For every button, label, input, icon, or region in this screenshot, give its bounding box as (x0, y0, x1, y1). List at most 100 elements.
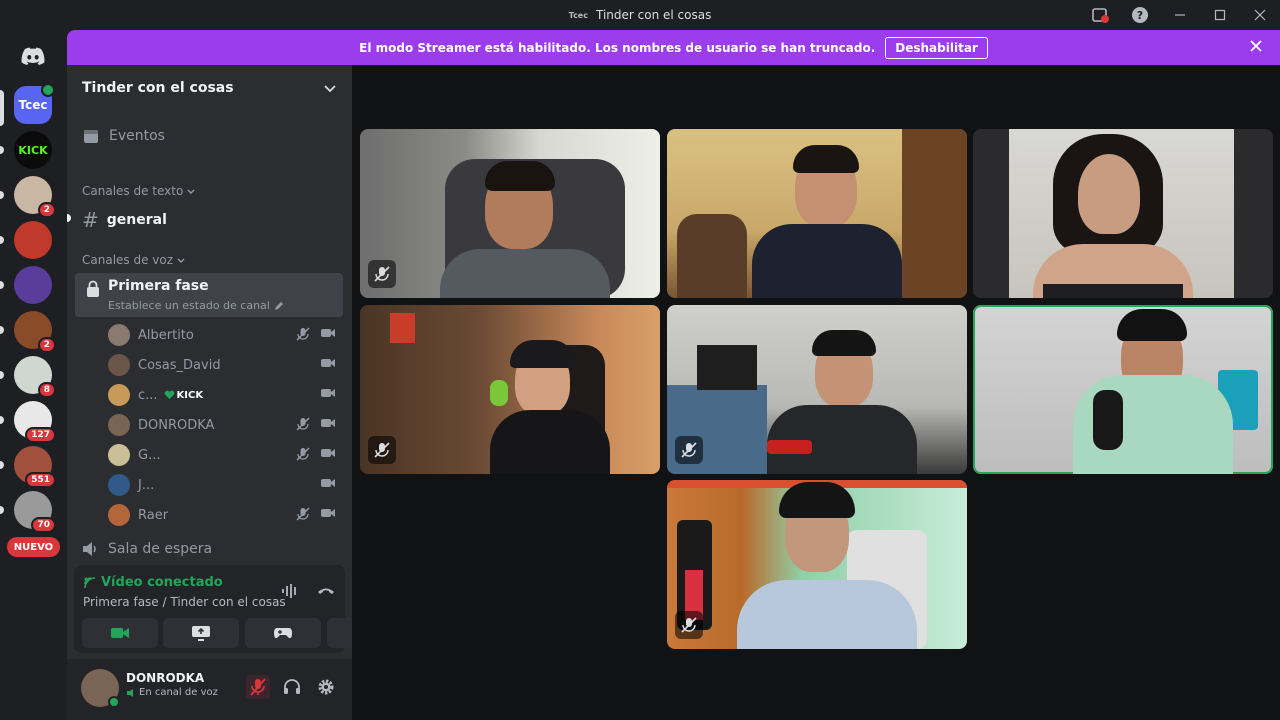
server-avatar-6[interactable]: 127 (14, 401, 56, 443)
video-tile-7[interactable] (667, 480, 967, 649)
voice-channel-sala-de-espera[interactable]: Sala de espera (82, 541, 212, 557)
avatar (108, 354, 130, 376)
new-badge[interactable]: NUEVO (7, 537, 60, 557)
server-avatar-8[interactable]: 70 (14, 491, 56, 533)
close-banner-icon[interactable] (1250, 40, 1262, 52)
avatar (108, 384, 130, 406)
connection-location[interactable]: Primera fase / Tinder con el cosas (83, 595, 286, 609)
muted-mic-icon (675, 436, 703, 464)
server-kick[interactable]: KICK (14, 131, 52, 169)
member-tag: KICK (164, 390, 203, 401)
muted-mic-icon (296, 447, 310, 461)
connection-status[interactable]: Vídeo conectado (83, 575, 223, 590)
activities-button[interactable] (245, 618, 321, 648)
muted-mic-icon (296, 417, 310, 431)
camera-icon (320, 387, 336, 399)
window-title: Tinder con el cosas (595, 8, 712, 22)
server-tcec[interactable]: Tcec (14, 83, 55, 124)
voice-member[interactable]: DONRODKA (108, 412, 336, 438)
muted-mic-icon (296, 507, 310, 521)
member-name: Cosas_David (138, 357, 221, 373)
voice-member[interactable]: J... (108, 472, 336, 498)
help-icon[interactable]: ? (1120, 0, 1160, 30)
selected-pill (0, 90, 4, 126)
inbox-icon[interactable] (1080, 0, 1120, 30)
muted-mic-icon (368, 260, 396, 288)
video-tile-6-speaking[interactable] (973, 305, 1273, 474)
avatar (108, 504, 130, 526)
video-tile-1[interactable] (360, 129, 660, 298)
voice-member[interactable]: Cosas_David (108, 352, 336, 378)
maximize-icon[interactable] (1200, 0, 1240, 30)
voice-status-icon (126, 688, 136, 698)
server-avatar-2[interactable] (14, 221, 52, 259)
user-status: En canal de voz (126, 687, 218, 698)
voice-channel-primera-fase[interactable]: Primera fase Establece un estado de cana… (75, 273, 343, 317)
close-window-icon[interactable] (1240, 0, 1280, 30)
channel-status-prompt[interactable]: Establece un estado de canal (108, 299, 284, 312)
category-voice[interactable]: Canales de voz (82, 253, 185, 267)
video-tile-4[interactable] (360, 305, 660, 474)
chevron-down-icon (323, 81, 337, 95)
server-header[interactable]: Tinder con el cosas (67, 65, 352, 111)
member-name: G... (138, 447, 161, 463)
disable-streamer-button[interactable]: Deshabilitar (885, 36, 988, 59)
video-tile-2[interactable] (667, 129, 967, 298)
server-avatar-7[interactable]: 551 (14, 446, 56, 488)
gear-icon (317, 678, 335, 696)
voice-member[interactable]: Albertito (108, 322, 336, 348)
video-tile-5[interactable] (667, 305, 967, 474)
muted-mic-icon (675, 611, 703, 639)
category-text[interactable]: Canales de texto (82, 184, 195, 198)
headphones-icon (283, 678, 301, 696)
settings-button[interactable] (314, 675, 338, 699)
avatar (108, 324, 130, 346)
calendar-icon (82, 127, 100, 145)
events-item[interactable]: Eventos (82, 127, 165, 145)
avatar (108, 414, 130, 436)
camera-icon (320, 447, 336, 461)
discord-home-icon[interactable] (14, 37, 52, 75)
server-avatar-5[interactable]: 8 (14, 356, 56, 398)
minimize-icon[interactable] (1160, 0, 1200, 30)
camera-icon (320, 417, 336, 431)
voice-member[interactable]: G... (108, 442, 336, 468)
chevron-down-icon (187, 187, 195, 195)
server-avatar-3[interactable] (14, 266, 52, 304)
banner-message: El modo Streamer está habilitado. Los no… (359, 40, 876, 55)
voice-connection-panel: Vídeo conectado Primera fase / Tinder co… (74, 565, 403, 653)
hashtag-icon: # (82, 208, 99, 232)
online-status-dot (108, 696, 120, 708)
username[interactable]: DONRODKA (126, 671, 204, 685)
avatar (108, 444, 130, 466)
member-name: c... (138, 387, 158, 403)
camera-button[interactable] (82, 618, 158, 648)
screen-share-icon (191, 625, 211, 641)
disconnect-icon[interactable] (317, 583, 335, 599)
server-avatar-4[interactable]: 2 (14, 311, 56, 353)
voice-member[interactable]: Raer (108, 502, 336, 528)
mute-button[interactable] (246, 675, 270, 699)
deafen-button[interactable] (280, 675, 304, 699)
video-grid (352, 65, 1280, 720)
camera-icon (320, 357, 336, 369)
server-avatar-1[interactable]: 2 (14, 176, 56, 218)
muted-mic-icon (296, 327, 310, 341)
heart-icon (164, 390, 175, 400)
camera-icon (110, 626, 130, 640)
soundboard-wave-icon[interactable] (281, 583, 299, 599)
signal-icon (83, 576, 97, 590)
lock-icon (85, 280, 101, 298)
chevron-down-icon (177, 256, 185, 264)
speaker-icon (82, 541, 100, 557)
screen-share-button[interactable] (163, 618, 239, 648)
camera-icon (320, 477, 336, 489)
member-name: J... (138, 477, 155, 493)
channel-general[interactable]: # general (82, 208, 167, 232)
server-name: Tinder con el cosas (82, 80, 234, 96)
voice-member[interactable]: c... KICK (108, 382, 336, 408)
video-tile-3[interactable] (973, 129, 1273, 298)
member-name: DONRODKA (138, 417, 215, 433)
server-badge: Tcec (568, 10, 588, 20)
member-name: Raer (138, 507, 169, 523)
